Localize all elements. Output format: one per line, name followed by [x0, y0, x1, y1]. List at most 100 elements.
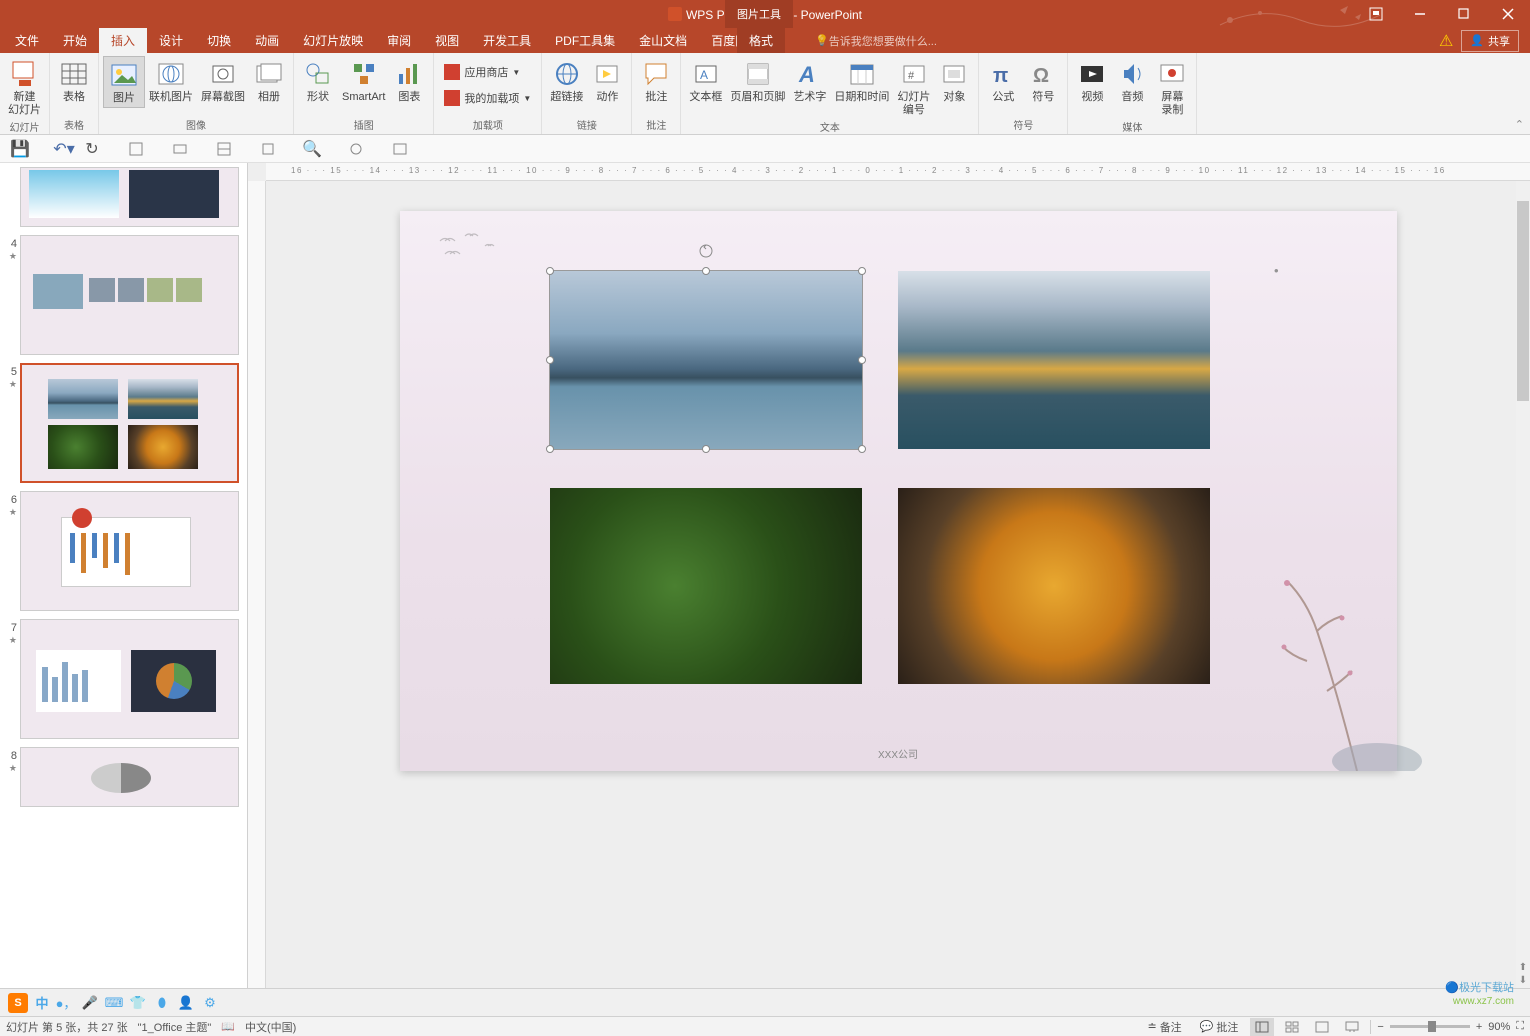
ribbon-screenrec[interactable]: 屏幕录制 [1152, 56, 1192, 119]
ime-keyboard-icon[interactable]: ⌨ [104, 993, 124, 1013]
ribbon-display-button[interactable] [1354, 0, 1398, 28]
qat-btn-4[interactable] [256, 138, 280, 160]
save-icon[interactable]: 💾 [8, 138, 32, 160]
warning-icon[interactable]: ⚠ [1439, 31, 1453, 51]
ribbon-symbol[interactable]: Ω符号 [1023, 56, 1063, 106]
ribbon-store[interactable]: 应用商店▼ [438, 62, 537, 82]
image-maple[interactable] [898, 488, 1210, 684]
thumbnail-slide[interactable] [20, 491, 239, 611]
ime-punct-icon[interactable]: ●， [56, 993, 76, 1013]
undo-icon[interactable]: ↶▾ [52, 138, 76, 160]
rotate-handle[interactable] [698, 243, 714, 259]
tab-format[interactable]: 格式 [737, 28, 785, 53]
tab-动画[interactable]: 动画 [243, 28, 291, 53]
image-mountain[interactable] [550, 271, 862, 449]
maximize-button[interactable] [1442, 0, 1486, 28]
resize-handle-sw[interactable] [546, 445, 554, 453]
tab-金山文档[interactable]: 金山文档 [627, 28, 699, 53]
sorter-view-icon[interactable] [1280, 1018, 1304, 1036]
resize-handle-s[interactable] [702, 445, 710, 453]
normal-view-icon[interactable] [1250, 1018, 1274, 1036]
close-button[interactable] [1486, 0, 1530, 28]
ribbon-slidenumber[interactable]: #幻灯片编号 [893, 56, 934, 119]
share-button[interactable]: 👤 共享 [1461, 30, 1519, 52]
fit-window-icon[interactable]: ⛶ [1516, 1020, 1524, 1033]
slideshow-view-icon[interactable] [1340, 1018, 1364, 1036]
ribbon-shapes[interactable]: 形状 [298, 56, 338, 106]
tab-幻灯片放映[interactable]: 幻灯片放映 [291, 28, 375, 53]
spellcheck-icon[interactable]: 📖 [221, 1020, 235, 1033]
resize-handle-n[interactable] [702, 267, 710, 275]
image-leaf[interactable] [550, 488, 862, 684]
thumbnail-slide[interactable] [20, 363, 239, 483]
qat-btn-2[interactable] [168, 138, 192, 160]
ribbon-video[interactable]: 视频 [1072, 56, 1112, 106]
qat-zoom-icon[interactable]: 🔍 [300, 138, 324, 160]
thumbnail-item[interactable]: 8★ [2, 747, 239, 807]
thumbnail-slide[interactable] [20, 619, 239, 739]
ribbon-screenshot[interactable]: 屏幕截图 [197, 56, 249, 106]
prev-slide-icon[interactable]: ⬆ [1517, 962, 1529, 973]
ime-mic-icon[interactable]: 🎤 [80, 993, 100, 1013]
resize-handle-nw[interactable] [546, 267, 554, 275]
ribbon-online-picture[interactable]: 联机图片 [145, 56, 197, 106]
resize-handle-w[interactable] [546, 356, 554, 364]
ribbon-table[interactable]: 表格 [54, 56, 94, 106]
redo-icon[interactable]: ↻ [80, 138, 104, 160]
ribbon-datetime[interactable]: 日期和时间 [830, 56, 893, 106]
ribbon-album[interactable]: 相册 [249, 56, 289, 106]
resize-handle-e[interactable] [858, 356, 866, 364]
zoom-out-icon[interactable]: − [1377, 1021, 1383, 1033]
thumbnail-slide[interactable] [20, 167, 239, 227]
minimize-button[interactable] [1398, 0, 1442, 28]
thumbnail-item[interactable]: 7★ [2, 619, 239, 739]
ime-settings-icon[interactable]: ⚙ [200, 993, 220, 1013]
slide-counter[interactable]: 幻灯片 第 5 张，共 27 张 [6, 1019, 128, 1035]
thumbnail-item[interactable] [2, 167, 239, 227]
resize-handle-ne[interactable] [858, 267, 866, 275]
next-slide-icon[interactable]: ⬇ [1517, 975, 1529, 986]
ribbon-new-slide[interactable]: 新建幻灯片 [4, 56, 45, 119]
ribbon-picture[interactable]: 图片 [103, 56, 145, 108]
reading-view-icon[interactable] [1310, 1018, 1334, 1036]
qat-btn-3[interactable] [212, 138, 236, 160]
thumbnail-slide[interactable] [20, 235, 239, 355]
tab-设计[interactable]: 设计 [147, 28, 195, 53]
qat-btn-1[interactable] [124, 138, 148, 160]
collapse-ribbon-icon[interactable]: ⌃ [1515, 118, 1524, 131]
thumbnail-slide[interactable] [20, 747, 239, 807]
thumbnail-item[interactable]: 5★ [2, 363, 239, 483]
ribbon-equation[interactable]: π公式 [983, 56, 1023, 106]
ribbon-textbox[interactable]: A文本框 [685, 56, 726, 106]
sogou-icon[interactable]: S [8, 993, 28, 1013]
ribbon-chart[interactable]: 图表 [389, 56, 429, 106]
ribbon-hyperlink[interactable]: 超链接 [546, 56, 587, 106]
tab-插入[interactable]: 插入 [99, 28, 147, 53]
image-lake[interactable] [898, 271, 1210, 449]
ribbon-header[interactable]: 页眉和页脚 [726, 56, 789, 106]
notes-button[interactable]: ≐备注 [1141, 1019, 1187, 1035]
zoom-in-icon[interactable]: + [1476, 1021, 1482, 1033]
tab-文件[interactable]: 文件 [3, 28, 51, 53]
slide-canvas[interactable]: • XXX公司 [266, 181, 1530, 988]
ribbon-addins[interactable]: 我的加载项▼ [438, 88, 537, 108]
thumbnail-item[interactable]: 4★ [2, 235, 239, 355]
comments-button[interactable]: 💬批注 [1194, 1019, 1245, 1035]
ribbon-wordart[interactable]: A艺术字 [789, 56, 830, 106]
ime-account-icon[interactable]: 👤 [176, 993, 196, 1013]
scrollbar-vertical[interactable]: ⬆ ⬇ [1516, 181, 1530, 988]
tab-审阅[interactable]: 审阅 [375, 28, 423, 53]
tab-视图[interactable]: 视图 [423, 28, 471, 53]
tab-开发工具[interactable]: 开发工具 [471, 28, 543, 53]
zoom-level[interactable]: 90% [1488, 1021, 1510, 1033]
ribbon-object[interactable]: 对象 [934, 56, 974, 106]
qat-btn-7[interactable] [388, 138, 412, 160]
ime-link-icon[interactable]: ⬮ [152, 993, 172, 1013]
thumbnail-panel[interactable]: 4★5★6★7★8★ [0, 163, 248, 988]
tab-切换[interactable]: 切换 [195, 28, 243, 53]
ime-shirt-icon[interactable]: 👕 [128, 993, 148, 1013]
tab-PDF工具集[interactable]: PDF工具集 [543, 28, 627, 53]
ribbon-audio[interactable]: 音频 [1112, 56, 1152, 106]
ribbon-smartart[interactable]: SmartArt [338, 56, 389, 106]
tellme-search[interactable]: 💡 告诉我您想要做什么... [815, 33, 937, 49]
